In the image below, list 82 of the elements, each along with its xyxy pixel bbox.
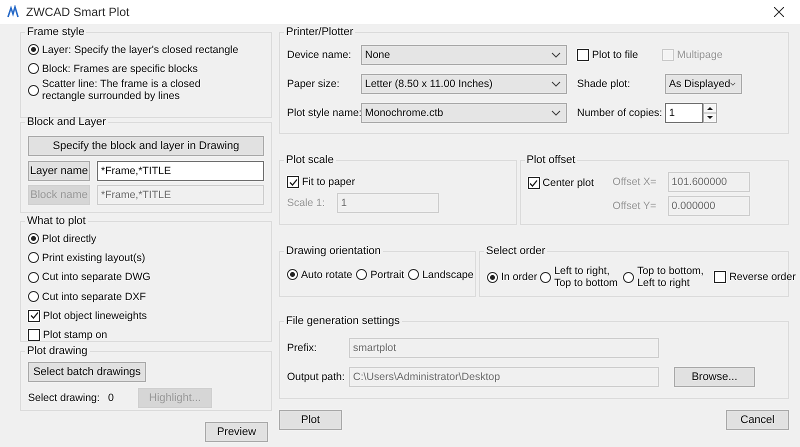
app-icon	[6, 5, 20, 19]
option-label: Layer: Specify the layer's closed rectangle	[42, 44, 238, 56]
option-label: Landscape	[422, 268, 474, 280]
checkbox[interactable]	[287, 176, 299, 188]
option-label: Center plot	[542, 177, 594, 189]
option-label: Print existing layout(s)	[42, 252, 146, 264]
option-label: Left to right, Top to bottom	[554, 265, 619, 289]
field-label: Select drawing:	[28, 392, 101, 404]
checkbox[interactable]	[714, 271, 726, 283]
group-title: Printer/Plotter	[285, 26, 354, 38]
checkbox[interactable]	[28, 329, 40, 342]
input-field[interactable]: 1	[665, 103, 703, 123]
browse-button[interactable]: Browse...	[674, 367, 755, 387]
radio-button[interactable]	[28, 233, 39, 244]
group-title: Block and Layer	[26, 116, 107, 128]
checkbox[interactable]	[28, 310, 40, 322]
option-label: Plot stamp on	[43, 329, 108, 342]
name-button[interactable]: Layer name	[28, 161, 90, 181]
dropdown[interactable]: Letter (8.50 x 11.00 Inches)	[361, 74, 567, 94]
group-title: What to plot	[26, 215, 87, 227]
group-title: Select order	[485, 245, 546, 257]
dropdown[interactable]: Monochrome.ctb	[361, 103, 567, 123]
caret-icon	[730, 81, 736, 87]
field-label: Plot style name:	[287, 107, 361, 119]
option-label: Cut into separate DWG	[42, 271, 151, 284]
radio-button[interactable]	[28, 63, 39, 74]
option-label: Portrait	[370, 268, 404, 280]
group-title: Plot drawing	[26, 345, 89, 357]
preview-button[interactable]: Preview	[205, 422, 268, 442]
field-label: Offset X=	[612, 176, 658, 188]
field-label: Offset Y=	[612, 200, 658, 212]
radio-button[interactable]	[287, 269, 298, 280]
radio-button[interactable]	[487, 272, 498, 282]
group-title: File generation settings	[285, 315, 401, 327]
drawing-count: 0	[108, 392, 115, 404]
option-label: Top to bottom, Left to right	[637, 265, 705, 289]
spin-buttons[interactable]	[703, 103, 717, 123]
checkbox[interactable]	[577, 49, 589, 61]
group-title: Plot scale	[285, 154, 335, 166]
group-title: Plot offset	[526, 154, 576, 166]
option-label: Plot to file	[592, 49, 638, 61]
caret-icon	[551, 81, 561, 87]
field-label: Device name:	[287, 49, 352, 61]
radio-button[interactable]	[28, 291, 39, 302]
option-label: In order	[501, 271, 538, 283]
option-label: Auto rotate	[301, 268, 352, 280]
field-label: Paper size:	[287, 78, 341, 90]
select-batch-button[interactable]: Select batch drawings	[28, 362, 146, 382]
radio-button[interactable]	[623, 272, 634, 282]
checkbox[interactable]	[528, 177, 540, 189]
group-title: Frame style	[26, 26, 86, 38]
option-label: Scatter line: The frame is a closed rectangle surrounded by lines	[42, 78, 202, 102]
option-label: Block: Frames are specific blocks	[42, 62, 198, 74]
radio-button[interactable]	[28, 252, 39, 264]
close-icon	[774, 7, 784, 17]
option-label: Multipage	[677, 49, 723, 61]
caret-icon	[551, 52, 561, 58]
radio-button[interactable]	[356, 269, 368, 280]
radio-button[interactable]	[28, 272, 39, 283]
option-label: Reverse order	[729, 271, 796, 283]
radio-button[interactable]	[28, 84, 39, 96]
field-label: Prefix:	[287, 342, 318, 354]
group-title: Drawing orientation	[285, 245, 382, 257]
field-label: Scale 1:	[287, 197, 326, 209]
dropdown[interactable]: None	[361, 45, 567, 65]
field-label: Shade plot:	[577, 78, 632, 90]
input-field[interactable]: *Frame,*TITLE	[97, 161, 264, 181]
field-label: Output path:	[287, 371, 346, 383]
field-label: Number of copies:	[577, 107, 664, 119]
specify-button[interactable]: Specify the block and layer in Drawing	[28, 136, 264, 156]
plot-button[interactable]: Plot	[279, 410, 342, 430]
radio-button[interactable]	[540, 272, 552, 282]
window-title: ZWCAD Smart Plot	[26, 5, 130, 19]
option-label: Plot directly	[42, 232, 96, 245]
radio-button[interactable]	[408, 269, 420, 280]
radio-button[interactable]	[28, 44, 39, 55]
option-label: Cut into separate DXF	[42, 290, 146, 303]
dropdown[interactable]: As Displayed	[665, 74, 742, 94]
cancel-button[interactable]: Cancel	[726, 410, 789, 430]
caret-icon	[551, 110, 561, 116]
option-label: Plot object lineweights	[43, 310, 147, 322]
option-label: Fit to paper	[302, 176, 356, 188]
